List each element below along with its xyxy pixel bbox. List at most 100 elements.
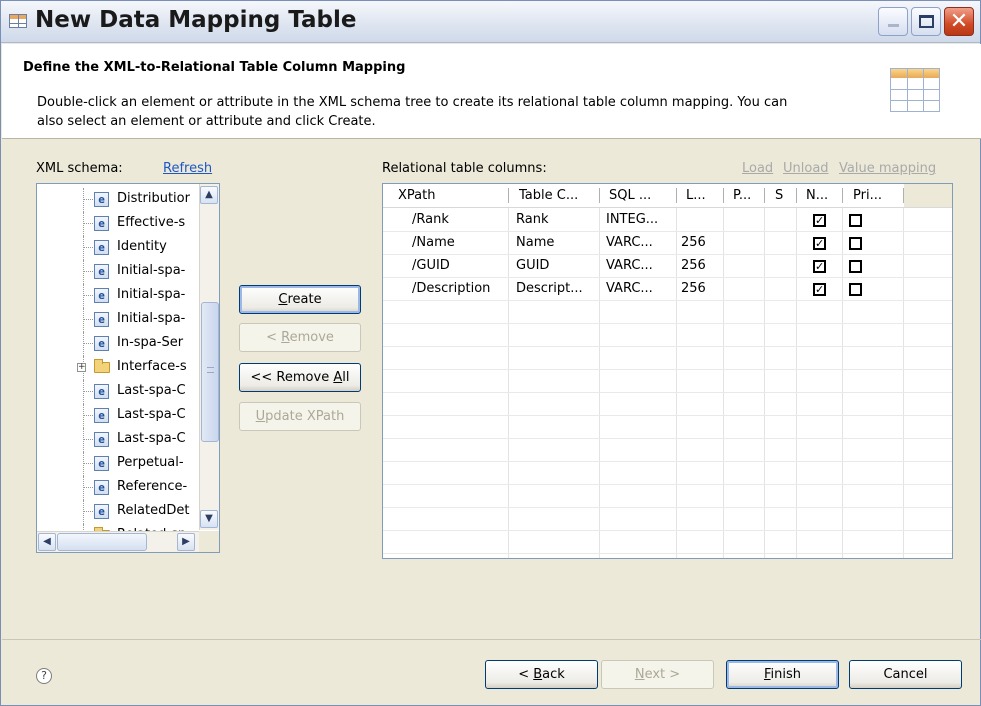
refresh-link[interactable]: Refresh <box>163 161 212 176</box>
element-icon: e <box>94 456 109 471</box>
column-header-length[interactable]: L... <box>686 188 706 203</box>
horizontal-scroll-thumb[interactable] <box>57 533 147 551</box>
tree-item[interactable]: e Initial-spa- <box>37 260 197 284</box>
unload-link[interactable]: Unload <box>783 161 829 176</box>
help-icon[interactable]: ? <box>36 668 52 684</box>
value-mapping-link[interactable]: Value mapping <box>839 161 936 176</box>
create-button[interactable]: Create <box>239 285 361 314</box>
maximize-icon <box>919 15 934 28</box>
nullable-checkbox[interactable]: ✓ <box>813 237 826 250</box>
primary-key-checkbox[interactable] <box>849 237 862 250</box>
schema-tree[interactable]: e Distributior e Effective-s e Identity e Initi… <box>36 183 220 553</box>
tree-item-label: RelatedDet <box>117 503 190 518</box>
cell-table-column[interactable]: Name <box>516 235 554 250</box>
cancel-button[interactable]: Cancel <box>849 660 962 689</box>
footer-separator <box>2 639 981 640</box>
primary-key-checkbox[interactable] <box>849 260 862 273</box>
cell-xpath[interactable]: /GUID <box>412 258 450 273</box>
cell-sql[interactable]: VARC... <box>606 235 653 250</box>
scroll-right-icon[interactable]: ▶ <box>177 533 195 551</box>
remove-button[interactable]: < Remove <box>239 323 361 352</box>
scroll-down-icon[interactable]: ▼ <box>200 510 218 528</box>
element-icon: e <box>94 480 109 495</box>
tree-item[interactable]: + Interface-s <box>37 356 197 380</box>
column-header-xpath[interactable]: XPath <box>398 188 435 203</box>
expand-icon[interactable]: + <box>77 363 86 372</box>
element-icon: e <box>94 432 109 447</box>
tree-item[interactable]: e Last-spa-C <box>37 404 197 428</box>
cell-sql[interactable]: VARC... <box>606 258 653 273</box>
cell-sql[interactable]: INTEG... <box>606 212 658 227</box>
table-banner-icon <box>890 68 940 112</box>
close-icon: ✕ <box>949 9 969 34</box>
description-line-1: Double-click an element or attribute in … <box>37 95 788 110</box>
cell-length[interactable]: 256 <box>681 235 706 250</box>
minimize-icon <box>888 24 899 27</box>
column-header-sql-type[interactable]: SQL ... <box>609 188 651 203</box>
tree-item[interactable]: e In-spa-Ser <box>37 332 197 356</box>
tree-item-label: Reference- <box>117 479 188 494</box>
cell-xpath[interactable]: /Name <box>412 235 455 250</box>
dialog-window: New Data Mapping Table ✕ Define the XML-… <box>0 0 981 706</box>
element-icon: e <box>94 312 109 327</box>
columns-table[interactable]: XPath Table C... SQL ... L... P... S N..… <box>382 183 953 559</box>
cell-sql[interactable]: VARC... <box>606 281 653 296</box>
cell-table-column[interactable]: Rank <box>516 212 548 227</box>
tree-item-label: Last-spa-C <box>117 383 186 398</box>
cell-length[interactable]: 256 <box>681 258 706 273</box>
schema-label: XML schema: <box>36 161 123 176</box>
nullable-checkbox[interactable]: ✓ <box>813 214 826 227</box>
primary-key-checkbox[interactable] <box>849 283 862 296</box>
cell-xpath[interactable]: /Rank <box>412 212 449 227</box>
wizard-header: Define the XML-to-Relational Table Colum… <box>2 44 981 139</box>
element-icon: e <box>94 240 109 255</box>
window-title: New Data Mapping Table <box>35 7 357 33</box>
tree-item-label: Last-spa-C <box>117 407 186 422</box>
column-header-scale[interactable]: S <box>775 188 783 203</box>
tree-item-label: Distributior <box>117 191 190 206</box>
tree-item[interactable]: e RelatedDet <box>37 500 197 524</box>
table-icon <box>9 14 27 28</box>
tree-item[interactable]: e Initial-spa- <box>37 308 197 332</box>
minimize-button[interactable] <box>878 7 908 36</box>
nullable-checkbox[interactable]: ✓ <box>813 260 826 273</box>
title-bar[interactable]: New Data Mapping Table ✕ <box>1 1 980 43</box>
finish-button[interactable]: Finish <box>726 660 839 689</box>
column-header-precision[interactable]: P... <box>733 188 751 203</box>
tree-item-label: Interface-s <box>117 359 187 374</box>
tree-item[interactable]: e Last-spa-C <box>37 380 197 404</box>
cell-xpath[interactable]: /Description <box>412 281 490 296</box>
tree-item-label: Initial-spa- <box>117 311 186 326</box>
tree-item[interactable]: e Effective-s <box>37 212 197 236</box>
nullable-checkbox[interactable]: ✓ <box>813 283 826 296</box>
tree-item[interactable]: e Perpetual- <box>37 452 197 476</box>
tree-item[interactable]: e Distributior <box>37 188 197 212</box>
scroll-up-icon[interactable]: ▲ <box>200 186 218 204</box>
column-header-table-column[interactable]: Table C... <box>519 188 578 203</box>
cell-table-column[interactable]: Descript... <box>516 281 583 296</box>
next-button[interactable]: Next > <box>601 660 714 689</box>
element-icon: e <box>94 192 109 207</box>
tree-item-label: In-spa-Ser <box>117 335 184 350</box>
back-button[interactable]: < Back <box>485 660 598 689</box>
cell-length[interactable]: 256 <box>681 281 706 296</box>
scroll-thumb[interactable] <box>201 302 219 442</box>
tree-item-label: Initial-spa- <box>117 263 186 278</box>
tree-horizontal-scrollbar[interactable]: ◀ ▶ <box>37 531 199 552</box>
close-button[interactable]: ✕ <box>944 7 974 36</box>
maximize-button[interactable] <box>911 7 941 36</box>
scroll-left-icon[interactable]: ◀ <box>38 533 56 551</box>
tree-item[interactable]: e Initial-spa- <box>37 284 197 308</box>
primary-key-checkbox[interactable] <box>849 214 862 227</box>
column-header-nullable[interactable]: N... <box>806 188 828 203</box>
tree-item[interactable]: e Reference- <box>37 476 197 500</box>
tree-vertical-scrollbar[interactable]: ▲ ▼ <box>199 184 219 530</box>
update-xpath-button[interactable]: Update XPath <box>239 402 361 431</box>
cell-table-column[interactable]: GUID <box>516 258 549 273</box>
element-icon: e <box>94 336 109 351</box>
tree-item[interactable]: e Last-spa-C <box>37 428 197 452</box>
remove-all-button[interactable]: << Remove All <box>239 363 361 392</box>
load-link[interactable]: Load <box>742 161 773 176</box>
column-header-primary-key[interactable]: Pri... <box>853 188 882 203</box>
tree-item[interactable]: e Identity <box>37 236 197 260</box>
